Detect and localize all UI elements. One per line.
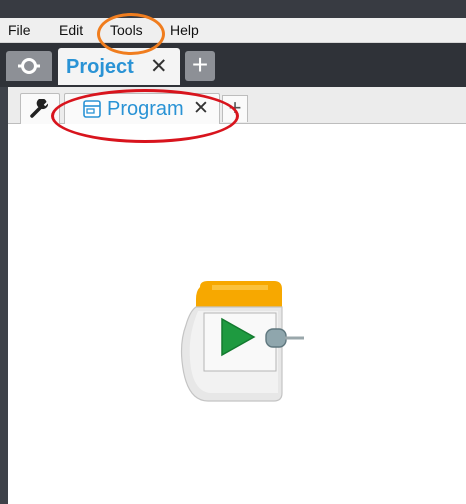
program-highlight-annotation <box>51 89 239 143</box>
window-title-strip <box>0 0 466 18</box>
menu-help[interactable]: Help <box>170 22 199 38</box>
programming-canvas[interactable] <box>8 124 466 504</box>
program-workspace: Program ✕ + <box>8 87 466 504</box>
lobby-button[interactable] <box>6 51 52 81</box>
close-icon[interactable]: ✕ <box>150 54 168 79</box>
menu-edit[interactable]: Edit <box>59 22 83 38</box>
lobby-icon <box>18 58 40 74</box>
menu-file[interactable]: File <box>8 22 31 38</box>
add-project-button[interactable]: + <box>185 51 215 81</box>
project-tab-label: Project <box>66 56 134 78</box>
menu-bar: File Edit Tools Help <box>0 18 466 43</box>
tools-highlight-annotation <box>97 13 165 55</box>
wrench-icon <box>30 99 49 118</box>
plus-icon: + <box>191 49 209 80</box>
project-tab-bar: Project ✕ + <box>0 43 466 87</box>
start-block[interactable] <box>178 281 308 411</box>
